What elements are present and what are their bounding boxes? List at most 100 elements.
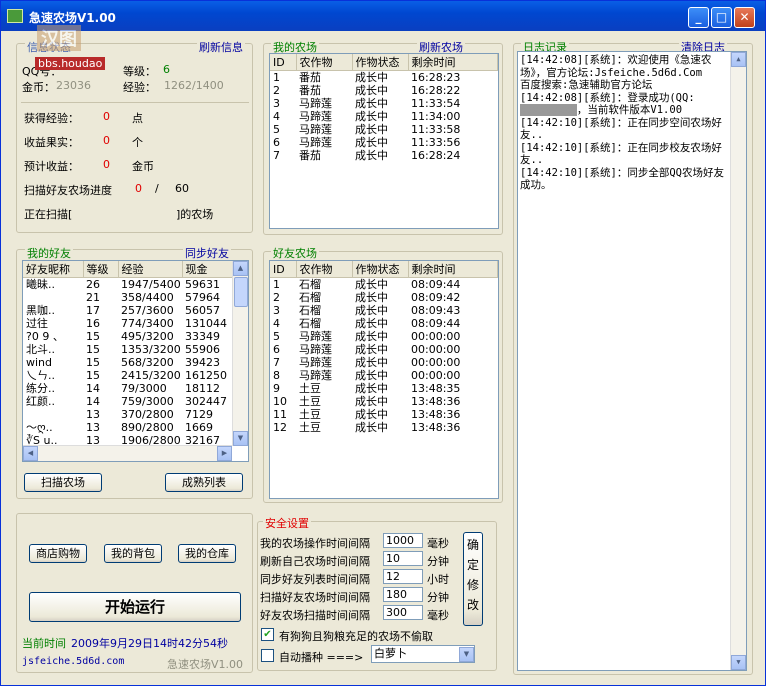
maximize-button[interactable]: □: [711, 7, 732, 28]
interval-input[interactable]: 12: [383, 569, 423, 584]
table-row[interactable]: 黑咖.. 17 257/3600 56057: [23, 304, 233, 317]
col-crop[interactable]: 农作物: [296, 54, 353, 71]
minimize-button[interactable]: _: [688, 7, 709, 28]
table-row[interactable]: 6 马蹄莲 成长中 11:33:56: [270, 136, 498, 149]
cell-cash: 302447: [185, 395, 227, 408]
income-value: 0: [103, 158, 110, 171]
mature-list-button[interactable]: 成熟列表: [165, 473, 243, 492]
friends-hscrollbar[interactable]: ◀ ▶: [23, 445, 232, 461]
cell-id: 7: [273, 356, 280, 369]
table-row[interactable]: 8 马蹄莲 成长中 00:00:00: [270, 369, 498, 382]
log-textarea[interactable]: [14:42:08][系统]：欢迎使用《急速农场》，官方论坛:Jsfeiche.…: [517, 51, 747, 671]
col-status[interactable]: 作物状态: [352, 261, 409, 278]
table-row[interactable]: 2 番茄 成长中 16:28:22: [270, 84, 498, 97]
scroll-down-icon[interactable]: ▼: [233, 431, 248, 446]
bag-button[interactable]: 我的背包: [104, 544, 162, 563]
col-id[interactable]: ID: [270, 261, 297, 278]
time-label: 当前时间: [22, 637, 66, 650]
redacted-qq: xxxxxxxxx: [520, 104, 577, 116]
refresh-info-link[interactable]: 刷新信息: [197, 39, 245, 55]
cell-status: 成长中: [355, 278, 388, 291]
scroll-down-icon[interactable]: ▼: [731, 655, 746, 670]
table-row[interactable]: 6 马蹄莲 成长中 00:00:00: [270, 343, 498, 356]
dog-skip-checkbox[interactable]: ✔: [261, 628, 274, 641]
cell-status: 成长中: [355, 149, 388, 162]
cell-time: 11:33:54: [411, 97, 461, 110]
scroll-right-icon[interactable]: ▶: [217, 446, 232, 461]
table-row[interactable]: 1 番茄 成长中 16:28:23: [270, 71, 498, 85]
cell-time: 13:48:36: [411, 395, 461, 408]
start-button[interactable]: 开始运行: [29, 592, 241, 622]
auto-sow-checkbox[interactable]: [261, 649, 274, 662]
shop-button[interactable]: 商店购物: [29, 544, 87, 563]
table-row[interactable]: wind 15 568/3200 39423: [23, 356, 233, 369]
table-row[interactable]: 4 石榴 成长中 08:09:44: [270, 317, 498, 330]
cell-status: 成长中: [355, 395, 388, 408]
table-row[interactable]: 7 马蹄莲 成长中 00:00:00: [270, 356, 498, 369]
sync-friends-link[interactable]: 同步好友: [183, 245, 231, 261]
table-row[interactable]: 曦昧.. 26 1947/5400 59631: [23, 278, 233, 292]
close-button[interactable]: ✕: [734, 7, 755, 28]
col-remaining[interactable]: 剩余时间: [408, 261, 498, 278]
cell-nickname: ～ღ..: [26, 421, 53, 434]
table-row[interactable]: 红颜.. 14 759/3000 302447: [23, 395, 233, 408]
log-scrollbar[interactable]: ▲ ▼: [730, 52, 746, 670]
table-row[interactable]: 2 石榴 成长中 08:09:42: [270, 291, 498, 304]
col-nickname[interactable]: 好友昵称: [23, 261, 84, 278]
warehouse-button[interactable]: 我的仓库: [178, 544, 236, 563]
chevron-down-icon[interactable]: ▼: [459, 647, 474, 662]
scan-farm-button[interactable]: 扫描农场: [24, 473, 102, 492]
cell-level: 13: [86, 408, 100, 421]
cell-id: 7: [273, 149, 280, 162]
table-row[interactable]: 3 马蹄莲 成长中 11:33:54: [270, 97, 498, 110]
gained-exp-unit: 点: [132, 112, 143, 125]
table-row[interactable]: 12 土豆 成长中 13:48:36: [270, 421, 498, 434]
table-row[interactable]: 21 358/4400 57964: [23, 291, 233, 304]
col-id[interactable]: ID: [270, 54, 297, 71]
scroll-up-icon[interactable]: ▲: [233, 261, 248, 276]
interval-input[interactable]: 300: [383, 605, 423, 620]
cell-time: 08:09:42: [411, 291, 461, 304]
interval-input[interactable]: 10: [383, 551, 423, 566]
table-row[interactable]: 11 土豆 成长中 13:48:36: [270, 408, 498, 421]
table-row[interactable]: 5 马蹄莲 成长中 11:33:58: [270, 123, 498, 136]
table-row[interactable]: ?0 9 、 15 495/3200 33349: [23, 330, 233, 343]
seed-select[interactable]: 白萝卜 ▼: [371, 645, 475, 663]
gained-exp-label: 获得经验：: [24, 112, 79, 125]
table-row[interactable]: 北斗.. 15 1353/3200 55906: [23, 343, 233, 356]
col-remaining[interactable]: 剩余时间: [408, 54, 498, 71]
cell-cash: 33349: [185, 330, 220, 343]
cell-crop: 石榴: [299, 304, 321, 317]
friend-farm-table: ID 农作物 作物状态 剩余时间 1 石榴 成长中 08:09:44 2 石榴 成长中 08:…: [269, 260, 499, 499]
interval-input[interactable]: 180: [383, 587, 423, 602]
table-row[interactable]: 练分.. 14 79/3000 18112: [23, 382, 233, 395]
scroll-up-icon[interactable]: ▲: [731, 52, 746, 67]
col-status[interactable]: 作物状态: [352, 54, 409, 71]
table-row[interactable]: 5 马蹄莲 成长中 00:00:00: [270, 330, 498, 343]
confirm-modify-button[interactable]: 确 定 修 改: [463, 532, 483, 626]
scroll-left-icon[interactable]: ◀: [23, 446, 38, 461]
interval-input[interactable]: 1000: [383, 533, 423, 548]
table-row[interactable]: 4 马蹄莲 成长中 11:34:00: [270, 110, 498, 123]
table-row[interactable]: 10 土豆 成长中 13:48:36: [270, 395, 498, 408]
status-divider: [21, 102, 249, 103]
table-row[interactable]: 过往 16 774/3400 131044: [23, 317, 233, 330]
table-row[interactable]: 7 番茄 成长中 16:28:24: [270, 149, 498, 162]
table-row[interactable]: 乀ㄣ.. 15 2415/3200 161250: [23, 369, 233, 382]
scroll-thumb[interactable]: [234, 277, 248, 307]
cell-level: 16: [86, 317, 100, 330]
table-row[interactable]: 3 石榴 成长中 08:09:43: [270, 304, 498, 317]
app-window: 急速农场V1.00 _ □ ✕ 信息状态 汉图 刷新信息 QQ号： bbs.ho…: [0, 0, 766, 686]
table-row[interactable]: 9 土豆 成长中 13:48:35: [270, 382, 498, 395]
cell-status: 成长中: [355, 356, 388, 369]
table-row[interactable]: 13 370/2800 7129: [23, 408, 233, 421]
fruit-value: 0: [103, 134, 110, 147]
col-cash[interactable]: 现金: [182, 261, 233, 278]
friends-vscrollbar[interactable]: ▲ ▼: [232, 261, 248, 446]
col-crop[interactable]: 农作物: [296, 261, 353, 278]
table-row[interactable]: ～ღ.. 13 890/2800 1669: [23, 421, 233, 434]
col-exp[interactable]: 经验: [118, 261, 183, 278]
table-row[interactable]: 1 石榴 成长中 08:09:44: [270, 278, 498, 292]
site-link[interactable]: jsfeiche.5d6d.com: [22, 656, 124, 667]
col-level[interactable]: 等级: [83, 261, 119, 278]
